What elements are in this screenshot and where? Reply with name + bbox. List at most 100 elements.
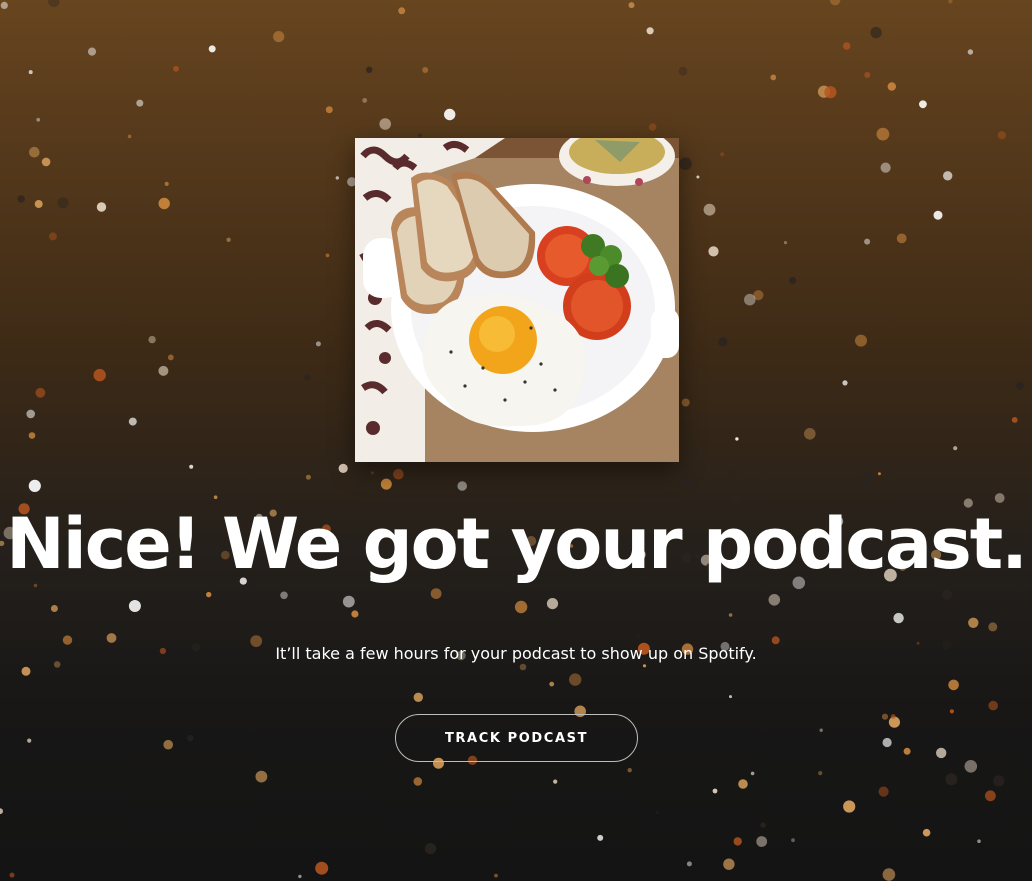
confetti-dot [26, 409, 35, 419]
track-podcast-button[interactable]: TRACK PODCAST [395, 714, 638, 762]
confetti-dot [398, 7, 406, 15]
page-title: Nice! We got your podcast. [6, 503, 1028, 585]
confetti-dot [163, 739, 173, 750]
confetti-dot [187, 735, 194, 742]
confetti-dot [164, 181, 169, 186]
confetti-dot [413, 777, 423, 786]
confetti-dot [712, 788, 718, 794]
confetti-dot [783, 241, 788, 245]
confetti-dot [882, 737, 892, 748]
confetti-dot [48, 232, 57, 241]
confetti-dot [728, 613, 733, 617]
confetti-dot [735, 437, 739, 441]
confetti-dot [273, 30, 285, 43]
confetti-dot [213, 495, 218, 500]
confetti-dot [789, 276, 797, 284]
confetti-dot [280, 591, 288, 600]
confetti-dot [457, 481, 468, 491]
confetti-dot [941, 589, 953, 600]
confetti-dot [876, 127, 890, 141]
confetti-dot [206, 591, 212, 598]
confetti-dot [829, 0, 841, 6]
confetti-dot [315, 861, 329, 875]
confetti-dot [678, 66, 688, 76]
confetti-dot [679, 157, 692, 171]
confetti-dot [298, 874, 302, 879]
confetti-dot [325, 106, 333, 114]
confetti-dot [362, 98, 368, 103]
confetti-dot [870, 26, 882, 39]
confetti-dot [968, 617, 979, 628]
confetti-dot [28, 432, 36, 439]
confetti-dot [903, 747, 911, 755]
confetti-dot [730, 468, 738, 476]
confetti-dot [985, 790, 996, 802]
confetti-dot [158, 365, 169, 376]
confetti-dot [967, 49, 974, 55]
confetti-dot [21, 666, 31, 676]
confetti-dot [422, 67, 429, 73]
confetti-dot [338, 463, 348, 473]
confetti-dot [255, 770, 268, 783]
confetti-dot [842, 380, 848, 386]
confetti-dot [226, 237, 231, 242]
confetti-dot [569, 673, 582, 686]
confetti-dot [41, 157, 51, 167]
confetti-dot [878, 786, 889, 797]
confetti-dot [0, 1, 8, 9]
confetti-dot [696, 175, 700, 179]
confetti-dot [843, 800, 856, 813]
confetti-dot [36, 117, 41, 122]
confetti-dot [315, 341, 321, 347]
confetti-dot [791, 838, 795, 843]
confetti-dot [50, 605, 58, 612]
confetti-dot [682, 476, 695, 489]
confetti-dot [718, 337, 728, 347]
confetti-dot [953, 446, 958, 451]
confetti-dot [723, 858, 735, 870]
confetti-dot [208, 45, 216, 53]
confetti-dot [106, 633, 117, 643]
confetti-dot [945, 773, 958, 786]
confetti-dot [167, 354, 174, 361]
confetti-dot [948, 0, 953, 4]
confetti-dot [729, 695, 732, 699]
confetti-dot [546, 598, 559, 610]
confetti-dot [29, 146, 40, 158]
confetti-dot [720, 152, 725, 157]
confetti-dot [87, 47, 97, 56]
confetti-dot [628, 2, 635, 9]
confetti-dot [768, 594, 781, 606]
confetti-dot [646, 27, 654, 35]
confetti-dot [750, 771, 755, 776]
confetti-dot [817, 85, 831, 98]
podcast-cover-image [355, 138, 679, 462]
confetti-dot [819, 728, 823, 732]
confetti-dot [413, 692, 423, 702]
confetti-dot [136, 99, 144, 107]
confetti-dot [158, 197, 170, 210]
confetti-dot [28, 479, 41, 492]
confetti-dot [1016, 382, 1024, 390]
confetti-dot [964, 760, 978, 773]
confetti-dot [943, 171, 953, 181]
confetti-dot [305, 474, 311, 480]
confetti-dot [417, 133, 422, 138]
confetti-dot [753, 290, 764, 301]
confetti-dot [988, 700, 998, 711]
confetti-dot [128, 600, 141, 612]
confetti-dot [9, 872, 15, 878]
confetti-dot [655, 810, 659, 815]
confetti-dot [148, 335, 156, 344]
confetti-dot [733, 837, 742, 846]
confetti-dot [756, 836, 768, 847]
confetti-dot [96, 202, 107, 212]
confetti-dot [997, 131, 1007, 140]
confetti-dot [922, 828, 931, 837]
confetti-dot [393, 468, 404, 480]
confetti-dot [681, 398, 690, 407]
confetti-dot [379, 118, 392, 130]
confetti-dot [948, 679, 959, 691]
confetti-dot [430, 588, 442, 599]
confetti-dot [919, 100, 927, 109]
